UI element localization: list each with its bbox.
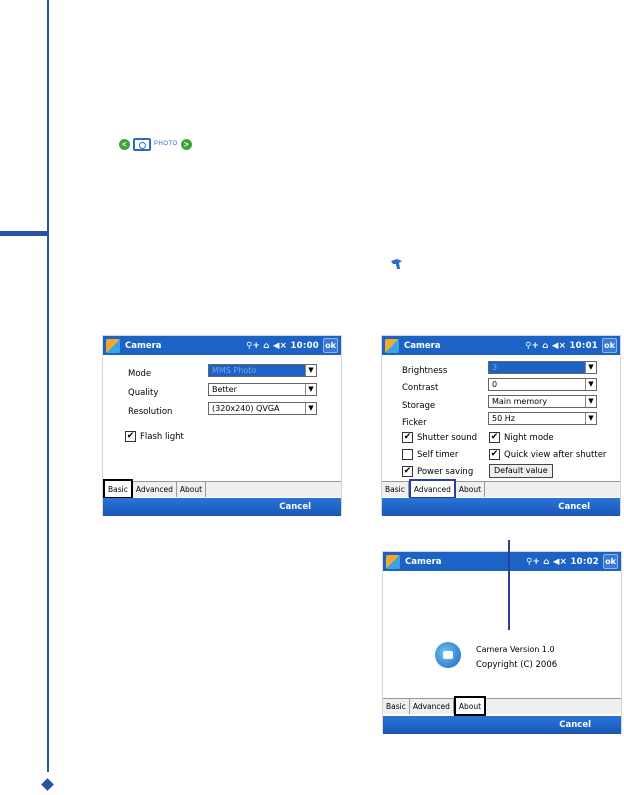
self-timer-checkbox[interactable]: Self timer [402, 449, 458, 460]
chevron-down-icon: ▼ [585, 362, 596, 373]
start-menu-icon[interactable] [385, 338, 399, 353]
start-menu-icon[interactable] [106, 338, 120, 353]
tab-advanced[interactable]: Advanced [408, 479, 456, 499]
night-mode-label: Night mode [504, 432, 554, 443]
quick-view-label: Quick view after shutter [504, 449, 607, 460]
tab-basic[interactable]: Basic [383, 699, 410, 714]
contrast-value: 0 [492, 380, 498, 389]
status-clock: ⚲+ ⌂ ◀× 10:02 [526, 556, 599, 567]
margin-rule [47, 0, 49, 772]
tab-about[interactable]: About [455, 482, 486, 497]
power-saving-checkbox[interactable]: ✔ Power saving [402, 466, 473, 477]
quick-view-checkbox[interactable]: ✔ Quick view after shutter [489, 449, 606, 460]
chevron-down-icon: ▼ [585, 413, 596, 424]
chevron-down-icon: ▼ [585, 379, 596, 390]
night-mode-checkbox[interactable]: ✔ Night mode [489, 432, 554, 443]
quality-dropdown[interactable]: Better ▼ [208, 383, 317, 396]
flicker-label: Ficker [402, 418, 427, 428]
flash-light-checkbox[interactable]: ✔ Flash light [125, 431, 184, 442]
clock-time: 10:02 [570, 556, 599, 567]
checkmark-icon: ✔ [402, 466, 413, 477]
tab-about[interactable]: About [453, 696, 487, 716]
cancel-button[interactable]: Cancel [382, 498, 620, 516]
checkmark-icon: ✔ [402, 432, 413, 443]
chevron-down-icon: ▼ [585, 396, 596, 407]
ok-button[interactable]: ok [323, 338, 338, 353]
storage-dropdown[interactable]: Main memory ▼ [488, 395, 597, 408]
basic-settings-screen: Camera ⚲+ ⌂ ◀× 10:00 ok Mode MMS Photo ▼ … [102, 335, 342, 516]
app-title: Camera [125, 340, 162, 351]
shutter-sound-checkbox[interactable]: ✔ Shutter sound [402, 432, 477, 443]
next-arrow-icon: > [180, 138, 192, 150]
resolution-label: Resolution [128, 407, 173, 417]
tab-advanced[interactable]: Advanced [132, 482, 177, 497]
camera-app-icon [435, 642, 461, 668]
default-value-button[interactable]: Default value [489, 464, 553, 478]
brightness-label: Brightness [402, 366, 448, 376]
quality-label: Quality [128, 388, 159, 398]
tab-bar: Basic Advanced About [103, 479, 341, 499]
cancel-button[interactable]: Cancel [383, 716, 621, 734]
tab-bar: Basic Advanced About [382, 479, 620, 499]
tab-basic[interactable]: Basic [382, 482, 409, 497]
mode-label: Mode [128, 369, 152, 379]
checkmark-icon: ✔ [125, 431, 136, 442]
chevron-down-icon: ▼ [305, 384, 316, 395]
photo-mode-label: PHOTO [154, 141, 178, 147]
ok-button[interactable]: ok [603, 554, 618, 569]
title-bar: Camera ⚲+ ⌂ ◀× 10:02 ok [383, 552, 621, 571]
brightness-dropdown[interactable]: 3 ▼ [488, 361, 597, 374]
camera-icon [133, 137, 151, 151]
mode-dropdown[interactable]: MMS Photo ▼ [208, 364, 317, 377]
self-timer-label: Self timer [417, 449, 459, 460]
contrast-dropdown[interactable]: 0 ▼ [488, 378, 597, 391]
resolution-value: (320x240) QVGA [212, 404, 280, 413]
start-menu-icon[interactable] [386, 554, 400, 569]
checkmark-icon: ✔ [489, 449, 500, 460]
status-clock: ⚲+ ⌂ ◀× 10:01 [525, 340, 598, 351]
version-text: Camera Version 1.0 [476, 645, 555, 654]
app-title: Camera [404, 340, 441, 351]
flash-light-label: Flash light [140, 431, 184, 442]
storage-value: Main memory [492, 397, 548, 406]
title-bar: Camera ⚲+ ⌂ ◀× 10:00 ok [103, 336, 341, 355]
shutter-sound-label: Shutter sound [417, 432, 478, 443]
prev-arrow-icon: < [119, 138, 130, 150]
mode-switch-icons: < PHOTO > [119, 136, 192, 152]
flicker-dropdown[interactable]: 50 Hz ▼ [488, 412, 597, 425]
tab-bar: Basic Advanced About [383, 696, 621, 716]
callout-line [508, 540, 510, 630]
power-saving-label: Power saving [417, 466, 474, 477]
cancel-button[interactable]: Cancel [103, 498, 341, 516]
about-screen: Camera ⚲+ ⌂ ◀× 10:02 ok Camera Version 1… [382, 551, 622, 734]
title-bar: Camera ⚲+ ⌂ ◀× 10:01 ok [382, 336, 620, 355]
storage-label: Storage [402, 401, 436, 411]
tab-advanced[interactable]: Advanced [409, 699, 454, 714]
page-diamond-marker [41, 778, 54, 791]
mode-value: MMS Photo [212, 366, 257, 375]
tab-about[interactable]: About [176, 482, 207, 497]
chevron-down-icon: ▼ [305, 403, 316, 414]
clock-time: 10:00 [290, 340, 319, 351]
advanced-settings-screen: Camera ⚲+ ⌂ ◀× 10:01 ok Brightness 3 ▼ Co… [381, 335, 621, 516]
contrast-label: Contrast [402, 383, 439, 393]
flicker-value: 50 Hz [492, 414, 515, 423]
tool-icon [391, 259, 402, 269]
empty-checkbox-icon [402, 449, 413, 460]
margin-tab-marker [0, 231, 49, 236]
chevron-down-icon: ▼ [305, 365, 316, 376]
checkmark-icon: ✔ [489, 432, 500, 443]
copyright-text: Copyright (C) 2006 [476, 660, 558, 670]
tab-basic[interactable]: Basic [103, 479, 133, 499]
status-clock: ⚲+ ⌂ ◀× 10:00 [246, 340, 319, 351]
quality-value: Better [212, 385, 237, 394]
brightness-value: 3 [492, 363, 498, 372]
clock-time: 10:01 [569, 340, 598, 351]
ok-button[interactable]: ok [602, 338, 617, 353]
resolution-dropdown[interactable]: (320x240) QVGA ▼ [208, 402, 317, 415]
